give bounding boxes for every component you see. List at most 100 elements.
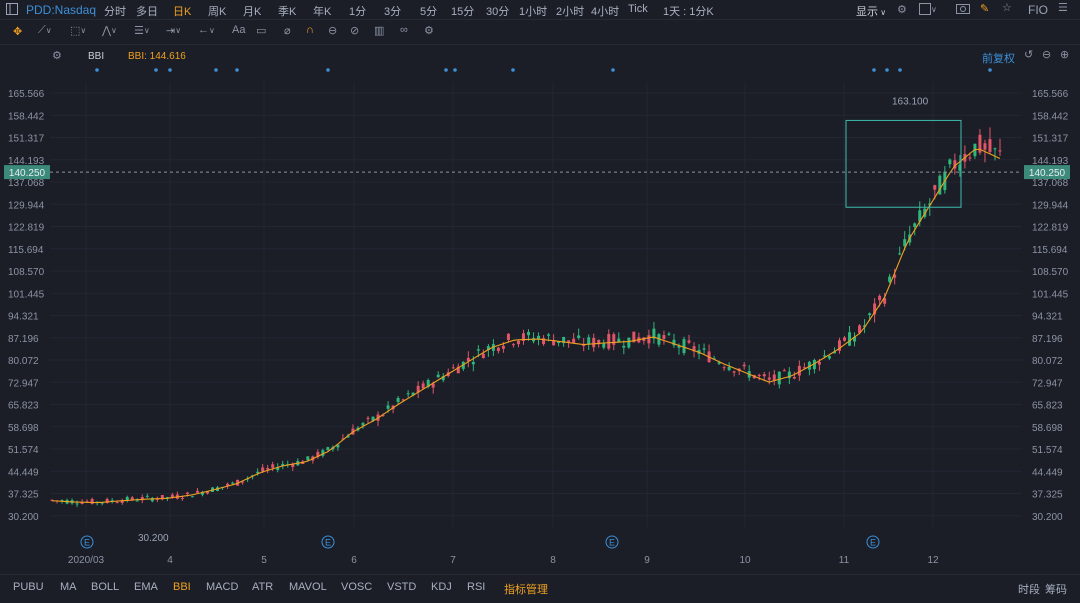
y-tick-left: 165.566: [8, 89, 45, 100]
tab-timeframe-11[interactable]: 30分: [486, 3, 509, 19]
event-dot: [611, 68, 615, 72]
candle-body: [757, 374, 761, 376]
rect-tool-icon[interactable]: ⬚ ∨: [70, 24, 86, 37]
indicator-tab-指标管理[interactable]: 指标管理: [504, 581, 548, 597]
indicator-tab-mavol[interactable]: MAVOL: [289, 581, 327, 593]
zoom-out-icon[interactable]: ⊖: [1042, 48, 1051, 61]
candle-body: [848, 332, 852, 346]
indicator-tab-kdj[interactable]: KDJ: [431, 581, 452, 593]
candle-body: [567, 340, 571, 342]
line-tool-icon[interactable]: ⟋ ∨: [38, 24, 52, 37]
indicator-settings-icon[interactable]: ⚙: [52, 49, 62, 62]
tab-timeframe-6[interactable]: 年K: [313, 3, 331, 19]
event-dot: [214, 68, 218, 72]
magnet-icon[interactable]: ∩: [306, 24, 314, 36]
y-tick-left: 158.442: [8, 111, 45, 122]
candle-body: [822, 355, 826, 357]
y-tick-left: 65.823: [8, 401, 39, 412]
display-dropdown[interactable]: 显示 ∨: [856, 3, 886, 19]
candle-body: [451, 367, 455, 369]
tab-timeframe-3[interactable]: 周K: [208, 3, 226, 19]
tab-timeframe-14[interactable]: 4小时: [591, 3, 619, 19]
candlestick-chart[interactable]: 165.566 165.566 158.442 158.442 151.317 151.3…: [0, 45, 1080, 573]
candle-body: [782, 370, 786, 372]
menu-icon[interactable]: ☰: [1058, 1, 1068, 14]
tab-timeframe-9[interactable]: 5分: [420, 3, 437, 19]
adjust-toggle[interactable]: 前复权: [982, 50, 1015, 66]
chart-area[interactable]: 165.566 165.566 158.442 158.442 151.317 151.3…: [0, 45, 1080, 573]
indicator-name[interactable]: BBI: [88, 51, 104, 62]
candle-body: [135, 500, 139, 502]
pattern-tool-icon[interactable]: ⋀ ∨: [102, 24, 117, 37]
candle-body: [948, 159, 952, 165]
layout-icon[interactable]: ∨: [919, 3, 937, 15]
trash-icon[interactable]: ▥: [374, 24, 384, 37]
candle-body: [998, 150, 1002, 152]
tab-timeframe-12[interactable]: 1小时: [519, 3, 547, 19]
y-tick-right: 51.574: [1032, 445, 1063, 456]
indicator-tab-rsi[interactable]: RSI: [467, 581, 485, 593]
y-tick-right: 44.449: [1032, 467, 1063, 478]
indicator-tab-macd[interactable]: MACD: [206, 581, 238, 593]
zoom-in-icon[interactable]: ⊕: [1060, 48, 1069, 61]
lock-icon[interactable]: ⊖: [328, 24, 337, 37]
reset-icon[interactable]: ↺: [1024, 48, 1033, 61]
tab-timeframe-7[interactable]: 1分: [349, 3, 366, 19]
top-toolbar: PDD:Nasdaq 分时 多日 日K 周K 月K 季K 年K 1分 3分 5分 15分 30分 1小时…: [0, 0, 1080, 20]
chips-button[interactable]: 筹码: [1045, 581, 1067, 597]
y-tick-right: 80.072: [1032, 356, 1063, 367]
session-button[interactable]: 时段: [1018, 581, 1040, 597]
tab-timeframe-10[interactable]: 15分: [451, 3, 474, 19]
candle-body: [501, 345, 505, 349]
tab-timeframe-4[interactable]: 月K: [243, 3, 261, 19]
tab-timeframe-8[interactable]: 3分: [384, 3, 401, 19]
camera-icon[interactable]: [956, 2, 970, 14]
indicator-tab-vstd[interactable]: VSTD: [387, 581, 416, 593]
candle-body: [496, 347, 500, 352]
tab-timeframe-2[interactable]: 日K: [173, 3, 191, 19]
candle-body: [190, 496, 194, 498]
candle-body: [767, 377, 771, 380]
candle-body: [772, 374, 776, 381]
y-tick-left: 37.325: [8, 490, 39, 501]
eraser-icon[interactable]: ⌀: [284, 24, 291, 37]
indicator-tab-vosc[interactable]: VOSC: [341, 581, 372, 593]
candle-body: [577, 335, 581, 338]
indicator-tab-bbi[interactable]: BBI: [173, 581, 191, 593]
tab-timeframe-1[interactable]: 多日: [136, 3, 158, 19]
pencil-icon[interactable]: ✎: [980, 2, 989, 15]
candle-body: [436, 374, 440, 378]
fio-label[interactable]: FIO: [1028, 3, 1048, 17]
indicator-tab-atr[interactable]: ATR: [252, 581, 273, 593]
indicator-tab-ema[interactable]: EMA: [134, 581, 158, 593]
indicator-tab-ma[interactable]: MA: [60, 581, 77, 593]
y-tick-right: 30.200: [1032, 512, 1063, 523]
tab-timeframe-0[interactable]: 分时: [104, 3, 126, 19]
candle-body: [722, 367, 726, 369]
comment-tool-icon[interactable]: ▭: [256, 24, 266, 37]
text-tool-icon[interactable]: Aa: [232, 24, 245, 36]
tab-timeframe-13[interactable]: 2小时: [556, 3, 584, 19]
indicator-tab-pubu[interactable]: PUBU: [13, 581, 44, 593]
tool-settings-icon[interactable]: ⚙: [424, 24, 434, 37]
candle-body: [506, 333, 510, 341]
fib-tool-icon[interactable]: ☰ ∨: [134, 24, 150, 37]
tab-timeframe-5[interactable]: 季K: [278, 3, 296, 19]
indicator-tab-boll[interactable]: BOLL: [91, 581, 119, 593]
tab-timeframe-16[interactable]: 1天 : 1分K: [663, 3, 714, 19]
x-tick-label: 8: [550, 555, 556, 566]
candle-body: [602, 343, 606, 348]
measure-tool-icon[interactable]: ⇥ ∨: [166, 24, 181, 37]
move-icon[interactable]: ✥: [13, 25, 22, 38]
arrow-tool-icon[interactable]: ← ∨: [198, 24, 215, 36]
hide-icon[interactable]: ⊘: [350, 24, 359, 37]
display-label: 显示: [856, 6, 878, 18]
candle-body: [732, 371, 736, 373]
candle-body: [75, 503, 79, 505]
tab-timeframe-15[interactable]: Tick: [628, 3, 648, 15]
link-icon[interactable]: ∞: [400, 24, 408, 36]
price-tag-text: 140.250: [9, 168, 46, 179]
high-annotation: 163.100: [892, 97, 929, 108]
star-icon[interactable]: ☆: [1002, 1, 1012, 14]
settings-icon[interactable]: ⚙: [897, 3, 907, 16]
